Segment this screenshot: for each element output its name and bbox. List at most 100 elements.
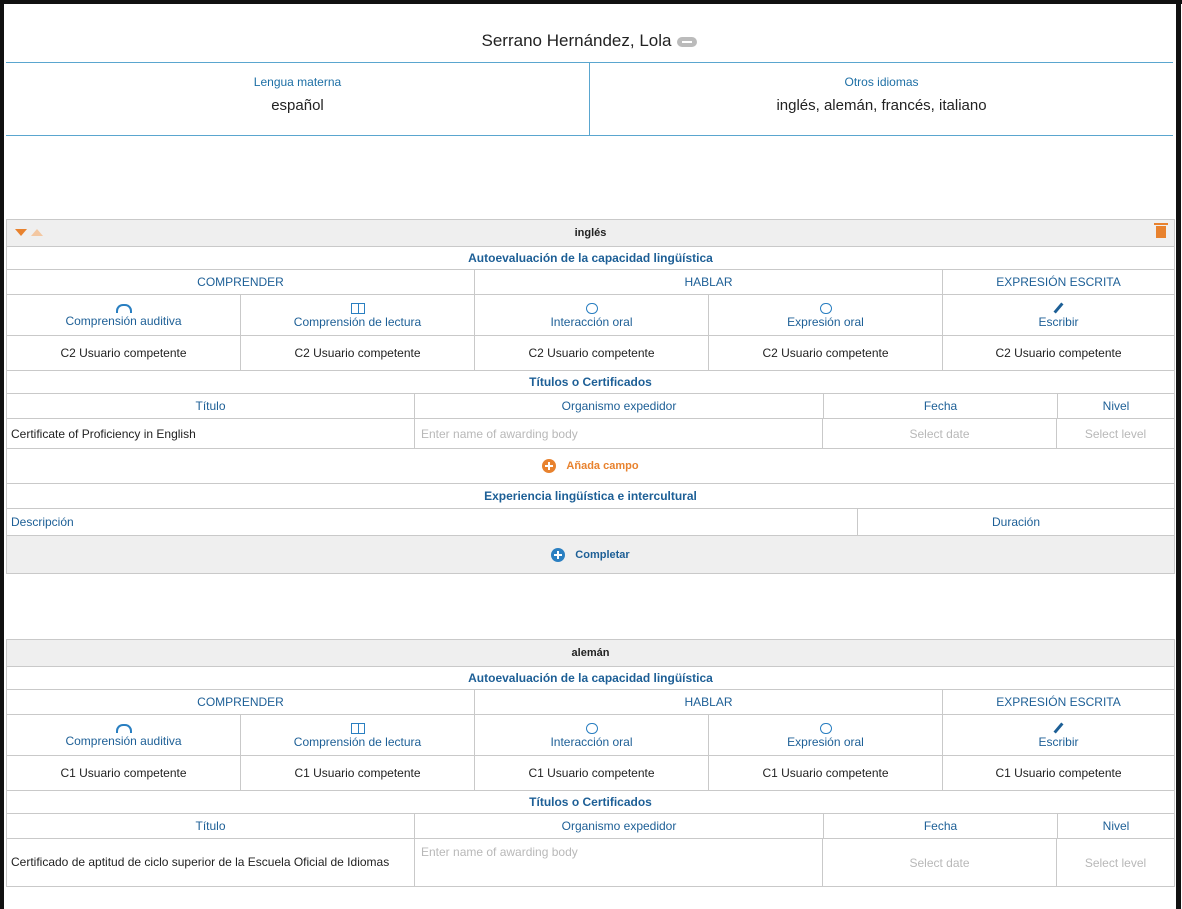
person-name: Serrano Hernández, Lola [481, 31, 672, 50]
plus-circle-icon [551, 547, 566, 562]
experience-columns: Descripción Duración [7, 509, 1174, 536]
certificate-columns: Título Organismo expedidor Fecha Nivel [7, 394, 1174, 419]
link-icon[interactable] [677, 36, 698, 47]
awarding-body-input[interactable]: Enter name of awarding body [414, 839, 822, 886]
mother-tongue-value: español [271, 97, 324, 114]
column-titulo: Título [195, 399, 226, 413]
certificates-title: Títulos o Certificados [529, 375, 652, 389]
window-frame-left [0, 0, 4, 909]
skill-label: Interacción oral [550, 734, 633, 749]
speech-bubble-icon [819, 722, 832, 734]
plus-circle-icon [542, 459, 557, 473]
skill-production: Expresión oral [708, 715, 942, 755]
experience-title: Experiencia lingüística e intercultural [484, 489, 697, 503]
language-title: alemán [571, 647, 610, 659]
category-hablar: HABLAR [474, 690, 942, 714]
level-select[interactable]: C2 Usuario competente [7, 336, 240, 370]
experience-heading: Experiencia lingüística e intercultural [7, 484, 1174, 509]
category-comprender: COMPRENDER [197, 695, 284, 709]
skill-row: Comprensión auditiva Comprensión de lect… [7, 295, 1174, 336]
column-descripcion: Descripción [11, 515, 74, 529]
skill-label: Escribir [1038, 314, 1079, 329]
language-title-bar: inglés [7, 220, 1174, 247]
language-title-bar: alemán [7, 640, 1174, 667]
skill-reading: Comprensión de lectura [240, 715, 474, 755]
column-fecha: Fecha [823, 394, 1057, 418]
level-select[interactable]: Select level [1056, 839, 1174, 886]
level-select[interactable]: C1 Usuario competente [7, 756, 240, 790]
category-comprender: COMPRENDER [197, 275, 284, 289]
level-select[interactable]: C1 Usuario competente [240, 756, 474, 790]
skill-listening: Comprensión auditiva [7, 295, 240, 335]
person-name-header: Serrano Hernández, Lola [6, 4, 1173, 62]
certificates-heading: Títulos o Certificados [7, 791, 1174, 814]
move-down-icon[interactable] [15, 229, 27, 236]
other-languages-section: Otros idiomas inglés, alemán, francés, i… [589, 63, 1173, 135]
level-select[interactable]: C1 Usuario competente [708, 756, 942, 790]
certificate-row: Certificado de aptitud de ciclo superior… [7, 839, 1174, 887]
language-title: inglés [574, 227, 607, 239]
skill-label: Comprensión auditiva [65, 733, 182, 748]
level-select[interactable]: C2 Usuario competente [708, 336, 942, 370]
level-row: C1 Usuario competente C1 Usuario compete… [7, 756, 1174, 791]
self-assessment-title: Autoevaluación de la capacidad lingüísti… [468, 671, 713, 685]
level-select[interactable]: C2 Usuario competente [240, 336, 474, 370]
category-hablar: HABLAR [474, 270, 942, 294]
level-select[interactable]: C2 Usuario competente [474, 336, 708, 370]
certificates-title: Títulos o Certificados [529, 795, 652, 809]
chat-bubble-icon [585, 722, 598, 734]
skill-reading: Comprensión de lectura [240, 295, 474, 335]
category-row: COMPRENDER HABLAR EXPRESIÓN ESCRITA [7, 270, 1174, 295]
window-frame-right [1176, 0, 1181, 909]
certificate-title-field[interactable]: Certificado de aptitud de ciclo superior… [7, 839, 414, 886]
certificate-title-field[interactable]: Certificate of Proficiency in English [7, 419, 414, 448]
complete-label: Completar [575, 548, 630, 561]
self-assessment-title: Autoevaluación de la capacidad lingüísti… [468, 251, 713, 265]
category-expresion-escrita: EXPRESIÓN ESCRITA [942, 270, 1174, 294]
skill-label: Expresión oral [787, 734, 864, 749]
skill-label: Comprensión de lectura [293, 734, 422, 749]
date-select[interactable]: Select date [822, 839, 1056, 886]
trash-icon[interactable] [1154, 223, 1168, 238]
move-up-icon[interactable] [31, 229, 43, 236]
self-assessment-heading: Autoevaluación de la capacidad lingüísti… [7, 247, 1174, 270]
add-field-button[interactable]: Añada campo [7, 449, 1174, 483]
speech-bubble-icon [819, 302, 832, 314]
skill-label: Expresión oral [787, 314, 864, 329]
level-select[interactable]: Select level [1056, 419, 1174, 448]
chat-bubble-icon [585, 302, 598, 314]
skill-interaction: Interacción oral [474, 715, 708, 755]
level-select[interactable]: C1 Usuario competente [474, 756, 708, 790]
mother-tongue-label: Lengua materna [253, 75, 342, 89]
other-languages-value: inglés, alemán, francés, italiano [776, 97, 987, 114]
certificate-row: Certificate of Proficiency in English En… [7, 419, 1174, 449]
column-nivel: Nivel [1057, 814, 1174, 838]
skill-writing: Escribir [942, 715, 1174, 755]
reorder-arrows [15, 227, 43, 239]
skill-label: Escribir [1038, 734, 1079, 749]
language-block-ingles: inglés Autoevaluación de la capacidad li… [6, 219, 1175, 574]
add-field-label: Añada campo [566, 460, 639, 472]
level-select[interactable]: C1 Usuario competente [942, 756, 1174, 790]
pencil-icon [1053, 721, 1064, 734]
date-select[interactable]: Select date [822, 419, 1056, 448]
other-languages-label: Otros idiomas [844, 75, 919, 89]
add-field-row: Añada campo [7, 449, 1174, 484]
skill-label: Comprensión de lectura [293, 314, 422, 329]
headphones-icon [115, 303, 132, 313]
column-duracion: Duración [857, 509, 1174, 535]
skill-writing: Escribir [942, 295, 1174, 335]
level-row: C2 Usuario competente C2 Usuario compete… [7, 336, 1174, 371]
skill-interaction: Interacción oral [474, 295, 708, 335]
language-passport-page: Serrano Hernández, Lola Lengua materna e… [6, 4, 1175, 887]
language-summary: Lengua materna español Otros idiomas ing… [6, 62, 1173, 136]
column-nivel: Nivel [1057, 394, 1174, 418]
column-titulo: Título [195, 819, 226, 833]
complete-button[interactable]: Completar [7, 536, 1174, 573]
column-organismo: Organismo expedidor [414, 814, 823, 838]
skill-label: Comprensión auditiva [65, 313, 182, 328]
level-select[interactable]: C2 Usuario competente [942, 336, 1174, 370]
complete-row: Completar [7, 536, 1174, 574]
pencil-icon [1053, 301, 1064, 314]
awarding-body-input[interactable]: Enter name of awarding body [414, 419, 822, 448]
